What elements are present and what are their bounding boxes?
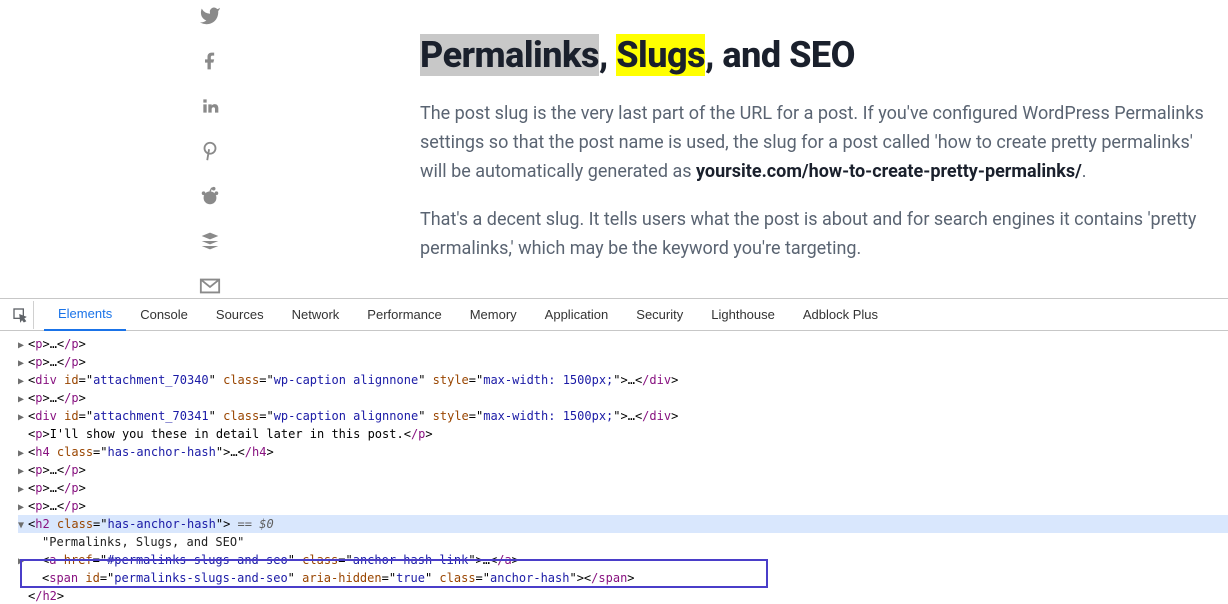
article-paragraph: The post slug is the very last part of t…: [420, 100, 1208, 186]
dom-node[interactable]: ▼<h2 class="has-anchor-hash"> == $0: [18, 515, 1228, 533]
dom-node[interactable]: ▶<h4 class="has-anchor-hash">…</h4>: [18, 443, 1228, 461]
devtools-tab-adblock-plus[interactable]: Adblock Plus: [789, 299, 892, 331]
article-heading: Permalinks, Slugs, and SEO: [420, 34, 1208, 76]
dom-node[interactable]: ▶<div id="attachment_70340" class="wp-ca…: [18, 371, 1228, 389]
dom-node[interactable]: ▶<p>…</p>: [18, 353, 1228, 371]
share-sidebar: [0, 0, 420, 298]
heading-highlight-grey: Permalinks: [420, 34, 599, 76]
pinterest-icon[interactable]: [198, 139, 222, 162]
dom-node[interactable]: ▶<div id="attachment_70341" class="wp-ca…: [18, 407, 1228, 425]
page-content: Permalinks, Slugs, and SEO The post slug…: [0, 0, 1228, 298]
devtools-tab-network[interactable]: Network: [278, 299, 354, 331]
article-body: Permalinks, Slugs, and SEO The post slug…: [420, 0, 1228, 298]
dom-node[interactable]: ▶<p>…</p>: [18, 497, 1228, 515]
dom-node[interactable]: ▶<a href="#permalinks-slugs-and-seo" cla…: [18, 551, 1228, 569]
dom-node[interactable]: <p>I'll show you these in detail later i…: [18, 425, 1228, 443]
inspect-element-icon[interactable]: [6, 301, 34, 329]
devtools-tabbar: ElementsConsoleSourcesNetworkPerformance…: [0, 299, 1228, 331]
article-paragraph: That's a decent slug. It tells users wha…: [420, 206, 1208, 264]
dom-node[interactable]: <span id="permalinks-slugs-and-seo" aria…: [18, 569, 1228, 587]
elements-tree[interactable]: ▶<p>…</p>▶<p>…</p>▶<div id="attachment_7…: [0, 331, 1228, 604]
dom-node[interactable]: ▶<p>…</p>: [18, 335, 1228, 353]
devtools-panel: ElementsConsoleSourcesNetworkPerformance…: [0, 298, 1228, 604]
email-icon[interactable]: [198, 275, 222, 298]
devtools-tab-memory[interactable]: Memory: [456, 299, 531, 331]
dom-node[interactable]: ▶<p>…</p>: [18, 389, 1228, 407]
devtools-tab-performance[interactable]: Performance: [353, 299, 455, 331]
devtools-tab-lighthouse[interactable]: Lighthouse: [697, 299, 789, 331]
reddit-icon[interactable]: [198, 185, 222, 208]
devtools-tab-elements[interactable]: Elements: [44, 299, 126, 331]
linkedin-icon[interactable]: [198, 94, 222, 117]
buffer-icon[interactable]: [198, 230, 222, 253]
dom-node[interactable]: ▶<p>…</p>: [18, 461, 1228, 479]
devtools-tab-security[interactable]: Security: [622, 299, 697, 331]
twitter-icon[interactable]: [198, 4, 222, 27]
devtools-tab-application[interactable]: Application: [531, 299, 623, 331]
devtools-tab-console[interactable]: Console: [126, 299, 202, 331]
dom-node[interactable]: "Permalinks, Slugs, and SEO": [18, 533, 1228, 551]
heading-highlight-yellow: Slugs: [616, 34, 705, 76]
facebook-icon[interactable]: [198, 49, 222, 72]
dom-node[interactable]: </h2>: [18, 587, 1228, 604]
dom-node[interactable]: ▶<p>…</p>: [18, 479, 1228, 497]
devtools-tab-sources[interactable]: Sources: [202, 299, 278, 331]
